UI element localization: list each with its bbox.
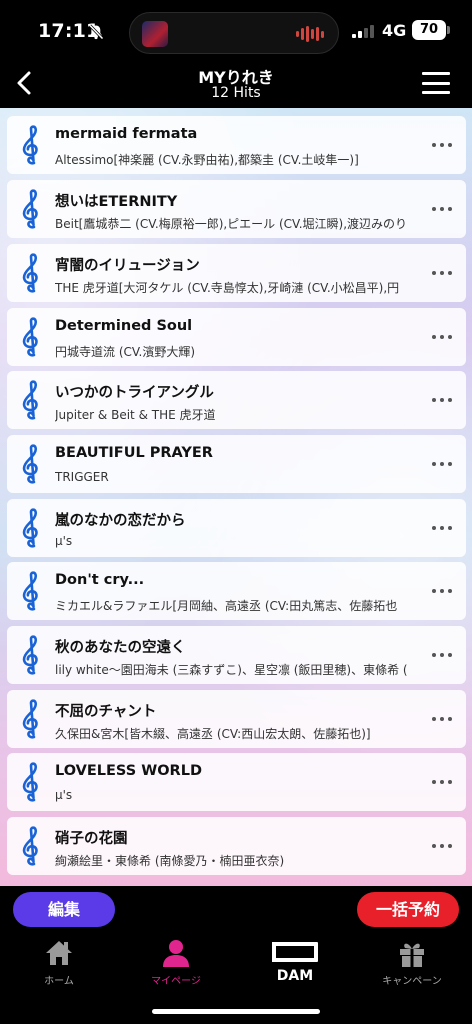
treble-clef-icon [22, 826, 38, 866]
song-artist: 円城寺道流 (CV.濱野大輝) [55, 345, 196, 359]
tab-label: DAM [276, 968, 314, 984]
song-artist: 久保田&宮木[皆木綴、高遠丞 (CV:西山宏太朗、佐藤拓也)] [55, 727, 371, 741]
song-artist: THE 虎牙道[大河タケル (CV.寺島惇太),牙崎漣 (CV.小松昌平),円 [55, 281, 400, 295]
gift-icon [400, 943, 424, 967]
list-item[interactable]: 宵闇のイリュージョン THE 虎牙道[大河タケル (CV.寺島惇太),牙崎漣 (… [7, 244, 466, 302]
tab-dam[interactable]: DAM [255, 938, 335, 990]
bell-muted-icon [88, 24, 104, 40]
treble-clef-icon [22, 699, 38, 739]
list-item[interactable]: BEAUTIFUL PRAYER TRIGGER [7, 435, 466, 493]
tab-home[interactable]: ホーム [19, 938, 99, 990]
song-artist: Jupiter & Beit & THE 虎牙道 [55, 408, 216, 422]
treble-clef-icon [22, 508, 38, 548]
song-title: 不屈のチャント [55, 704, 157, 720]
more-options-icon[interactable] [432, 523, 452, 533]
treble-clef-icon [22, 253, 38, 293]
song-title: 秋のあなたの空遠く [55, 640, 186, 656]
treble-clef-icon [22, 444, 38, 484]
dynamic-island[interactable] [129, 12, 339, 54]
home-indicator[interactable] [152, 1009, 320, 1014]
battery-level: 70 [412, 20, 446, 40]
song-title: LOVELESS WORLD [55, 763, 202, 779]
hamburger-menu-icon[interactable] [422, 72, 450, 94]
network-type: 4G [382, 21, 407, 40]
tab-mypage[interactable]: マイページ [136, 938, 216, 990]
treble-clef-icon [22, 189, 38, 229]
list-item[interactable]: Don't cry... ミカエル&ラファエル[月岡紬、高遠丞 (CV:田丸篤志… [7, 562, 466, 620]
more-options-icon[interactable] [432, 650, 452, 660]
song-artist: lily white～園田海未 (三森すずこ)、星空凛 (飯田里穂)、東條希 ( [55, 663, 408, 677]
list-item[interactable]: 嵐のなかの恋だから μ's [7, 499, 466, 557]
list-item[interactable]: 秋のあなたの空遠く lily white～園田海未 (三森すずこ)、星空凛 (飯… [7, 626, 466, 684]
song-title: Determined Soul [55, 318, 193, 334]
treble-clef-icon [22, 125, 38, 165]
treble-clef-icon [22, 380, 38, 420]
list-item[interactable]: 硝子の花園 絢瀬絵里・東條希 (南條愛乃・楠田亜衣奈) [7, 817, 466, 875]
song-title: mermaid fermata [55, 126, 198, 142]
audio-wave-icon [296, 25, 324, 43]
hit-count: 12 Hits [211, 85, 261, 101]
song-title: BEAUTIFUL PRAYER [55, 445, 213, 461]
treble-clef-icon [22, 635, 38, 675]
song-title: いつかのトライアングル [55, 385, 214, 401]
list-item[interactable]: いつかのトライアングル Jupiter & Beit & THE 虎牙道 [7, 371, 466, 429]
list-item[interactable]: 不屈のチャント 久保田&宮木[皆木綴、高遠丞 (CV:西山宏太朗、佐藤拓也)] [7, 690, 466, 748]
more-options-icon[interactable] [432, 268, 452, 278]
song-artist: 絢瀬絵里・東條希 (南條愛乃・楠田亜衣奈) [55, 854, 285, 868]
signal-icon [352, 24, 374, 38]
more-options-icon[interactable] [432, 841, 452, 851]
more-options-icon[interactable] [432, 395, 452, 405]
treble-clef-icon [22, 571, 38, 611]
song-artist: Beit[鷹城恭二 (CV.梅原裕一郎),ピエール (CV.堀江瞬),渡辺みのり [55, 217, 408, 231]
song-artist: TRIGGER [55, 470, 109, 484]
list-item[interactable]: Determined Soul 円城寺道流 (CV.濱野大輝) [7, 308, 466, 366]
tab-label: キャンペーン [382, 976, 442, 987]
song-title: 硝子の花園 [55, 831, 128, 847]
treble-clef-icon [22, 317, 38, 357]
bulk-reserve-button[interactable]: 一括予約 [357, 892, 459, 927]
tab-label: マイページ [151, 976, 201, 987]
song-title: Don't cry... [55, 572, 145, 588]
song-artist: μ's [55, 788, 73, 802]
more-options-icon[interactable] [432, 586, 452, 596]
treble-clef-icon [22, 762, 38, 802]
song-artist: ミカエル&ラファエル[月岡紬、高遠丞 (CV:田丸篤志、佐藤拓也 [55, 599, 398, 613]
edit-button[interactable]: 編集 [13, 892, 115, 927]
song-artist: Altessimo[神楽麗 (CV.永野由祐),都築圭 (CV.土岐隼一)] [55, 153, 359, 167]
more-options-icon[interactable] [432, 332, 452, 342]
song-title: 宵闇のイリュージョン [55, 258, 200, 274]
song-title: 想いはETERNITY [55, 194, 178, 210]
more-options-icon[interactable] [432, 140, 452, 150]
now-playing-artwork [142, 21, 168, 47]
more-options-icon[interactable] [432, 714, 452, 724]
song-artist: μ's [55, 534, 73, 548]
nav-header: MYりれき 12 Hits [0, 62, 472, 108]
person-icon [163, 940, 189, 967]
action-bar: 編集 一括予約 [0, 886, 472, 934]
more-options-icon[interactable] [432, 204, 452, 214]
home-icon [46, 941, 72, 965]
battery-icon [447, 26, 450, 34]
status-bar: 17:11 4G 70 [0, 0, 472, 62]
more-options-icon[interactable] [432, 777, 452, 787]
song-title: 嵐のなかの恋だから [55, 513, 186, 529]
list-item[interactable]: 想いはETERNITY Beit[鷹城恭二 (CV.梅原裕一郎),ピエール (C… [7, 180, 466, 238]
list-item[interactable]: LOVELESS WORLD μ's [7, 753, 466, 811]
list-item[interactable]: mermaid fermata Altessimo[神楽麗 (CV.永野由祐),… [7, 116, 466, 174]
history-list[interactable]: mermaid fermata Altessimo[神楽麗 (CV.永野由祐),… [0, 108, 472, 886]
tab-label: ホーム [44, 976, 74, 987]
tab-campaign[interactable]: キャンペーン [372, 938, 452, 990]
more-options-icon[interactable] [432, 459, 452, 469]
